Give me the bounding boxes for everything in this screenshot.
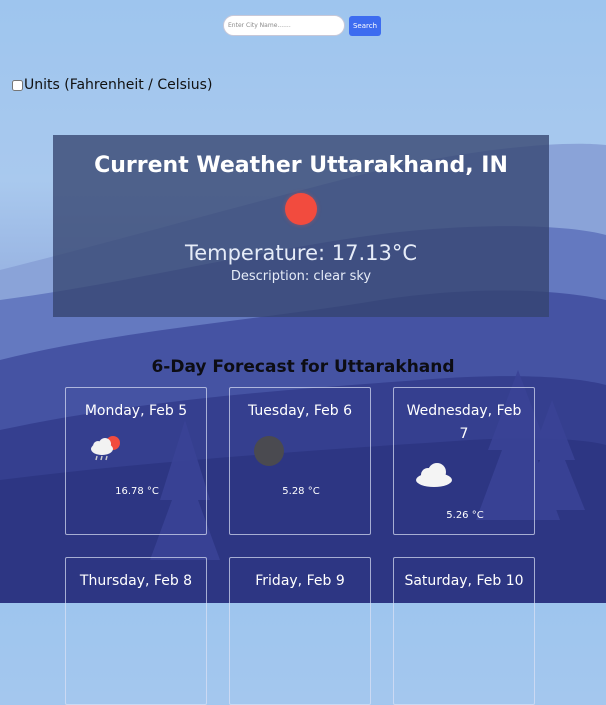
dark-moon-icon	[254, 436, 284, 466]
forecast-card: Friday, Feb 9	[229, 557, 371, 705]
forecast-day: Tuesday, Feb 6	[247, 403, 352, 419]
search-button[interactable]: Search	[349, 15, 381, 36]
forecast-card: Tuesday, Feb 6 5.28 °C	[229, 387, 371, 535]
forecast-day: Thursday, Feb 8	[79, 573, 193, 589]
forecast-day: Monday, Feb 5	[84, 403, 188, 419]
units-checkbox[interactable]	[12, 79, 23, 91]
search-bar: Search	[223, 15, 381, 36]
current-weather-card: Current Weather Uttarakhand, IN Temperat…	[53, 135, 549, 317]
forecast-day: Friday, Feb 9	[255, 573, 345, 589]
partly-cloudy-rain-icon	[91, 436, 120, 461]
forecast-day: Wednesday, Feb 7	[406, 403, 522, 442]
current-weather-title: Current Weather Uttarakhand, IN	[94, 153, 508, 178]
cloud-icon	[416, 463, 452, 487]
forecast-card: Monday, Feb 5 16.78 °C	[65, 387, 207, 535]
units-toggle[interactable]: Units (Fahrenheit / Celsius)	[12, 77, 212, 93]
units-label: Units (Fahrenheit / Celsius)	[24, 77, 213, 93]
clear-sky-sun-icon	[285, 193, 317, 225]
forecast-card: Saturday, Feb 10	[393, 557, 535, 705]
current-temperature: Temperature: 17.13°C	[184, 241, 418, 265]
forecast-temperature: 5.26 °C	[446, 510, 484, 521]
city-search-input[interactable]	[223, 15, 345, 36]
current-description: Description: clear sky	[230, 269, 372, 284]
forecast-title: 6-Day Forecast for Uttarakhand	[151, 357, 455, 377]
forecast-card: Thursday, Feb 8	[65, 557, 207, 705]
forecast-temperature: 5.28 °C	[282, 486, 320, 497]
forecast-temperature: 16.78 °C	[115, 486, 159, 497]
forecast-day: Saturday, Feb 10	[404, 573, 524, 589]
forecast-card: Wednesday, Feb 7 5.26 °C	[393, 387, 535, 535]
